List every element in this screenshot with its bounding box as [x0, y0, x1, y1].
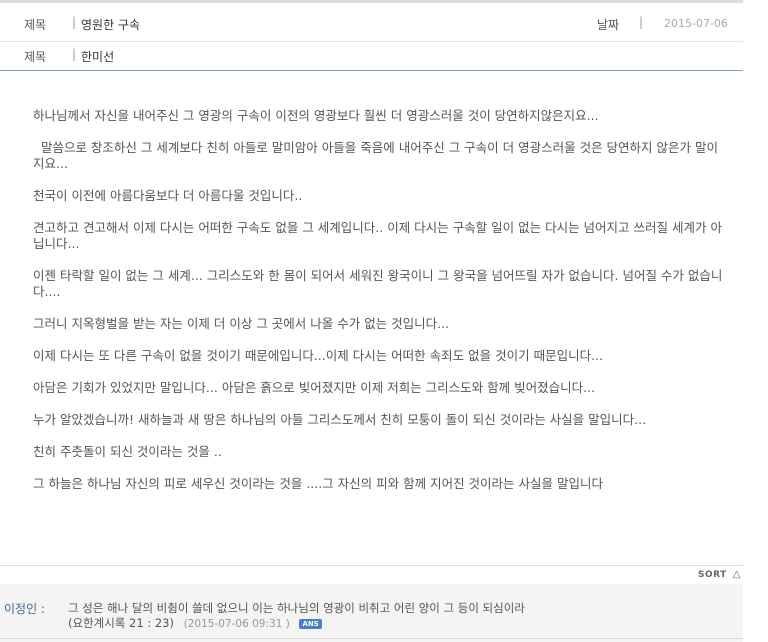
comment-bottom-border [0, 638, 743, 639]
title-row: 제목 | 영원한 구속 날짜 | 2015-07-06 [0, 3, 743, 42]
body-paragraph: 이제 다시는 또 다른 구속이 없을 것이기 때문에입니다...이제 다시는 어… [33, 348, 603, 363]
triangle-up-icon: △ [732, 569, 741, 580]
comment-reference: (요한계시록 21 : 23) [68, 616, 174, 630]
date-separator: | [639, 15, 644, 29]
title-label: 제목 [24, 18, 47, 32]
body-paragraph: 천국이 이전에 아름다움보다 더 아름다울 것입니다.. [33, 188, 303, 203]
comment-reference-line: (요한계시록 21 : 23) (2015-07-06 09:31 ) ANS [68, 615, 322, 631]
reply-button[interactable]: ANS [299, 618, 322, 629]
body-paragraph: 그러니 지옥형벌을 받는 자는 이제 더 이상 그 곳에서 나올 수가 없는 것… [33, 316, 450, 331]
author-row: 제목 | 한미선 [0, 42, 743, 71]
author-label: 제목 [24, 50, 47, 64]
post-date: 2015-07-06 [664, 17, 728, 30]
comment-text: 그 성은 해나 달의 비췸이 쓸데 없으니 이는 하나님의 영광이 비취고 어린… [68, 601, 525, 615]
body-paragraph: 견고하고 견고해서 이제 다시는 어떠한 구속도 없을 그 세계입니다.. 이제… [33, 220, 722, 251]
sort-label: SORT [697, 570, 727, 580]
post-body: 하나님께서 자신을 내어주신 그 영광의 구속이 이전의 영광보다 훨씬 더 영… [33, 108, 723, 508]
comments-divider [0, 565, 743, 566]
body-paragraph: 하나님께서 자신을 내어주신 그 영광의 구속이 이전의 영광보다 훨씬 더 영… [33, 108, 599, 123]
comment-date: (2015-07-06 09:31 ) [183, 618, 290, 630]
date-label: 날짜 [597, 18, 620, 32]
sort-button[interactable]: SORT △ [698, 569, 741, 580]
title-separator: | [72, 15, 77, 29]
post-title: 영원한 구속 [81, 18, 141, 32]
body-paragraph: 친히 주춧돌이 되신 것이라는 것을 .. [33, 444, 222, 459]
body-paragraph: 누가 알았겠습니까! 새하늘과 새 땅은 하나님의 아들 그리스도께서 친히 모… [33, 412, 647, 427]
body-paragraph: 그 하늘은 하나님 자신의 피로 세우신 것이라는 것을 ....그 자신의 피… [33, 476, 603, 491]
body-paragraph: 말씀으로 창조하신 그 세계보다 친히 아들로 말미암아 아들을 죽음에 내어주… [33, 140, 719, 171]
body-paragraph: 아담은 기회가 있었지만 말입니다... 아담은 흙으로 빚어졌지만 이제 저희… [33, 380, 596, 395]
author-separator: | [72, 47, 77, 61]
body-paragraph: 이젠 타락할 일이 없는 그 세계... 그리스도와 한 몸이 되어서 세워진 … [33, 268, 723, 299]
comment-author[interactable]: 이정인 : [4, 600, 45, 617]
post-author: 한미선 [81, 50, 115, 64]
